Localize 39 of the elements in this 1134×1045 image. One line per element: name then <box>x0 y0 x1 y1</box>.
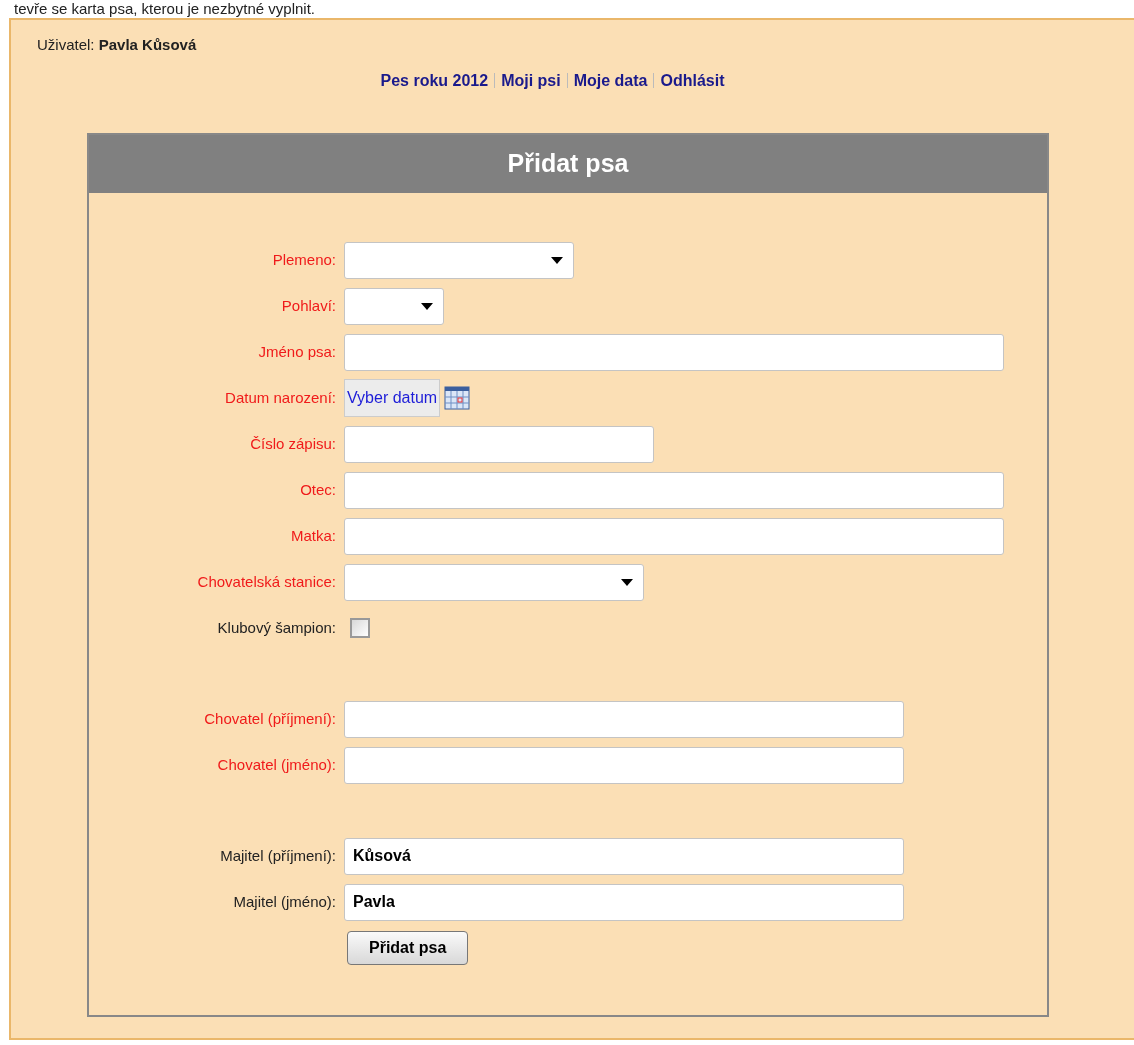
field-label: Datum narození: <box>224 387 337 408</box>
text-field[interactable] <box>344 425 654 463</box>
text-field[interactable] <box>344 517 1004 555</box>
intro-text: tevře se karta psa, kterou je nezbytné vyplnit. <box>13 0 316 18</box>
dropdown-arrow-icon <box>421 302 433 310</box>
user-label: Uživatel: <box>37 36 95 53</box>
checkbox[interactable] <box>350 618 370 638</box>
nav-link[interactable]: Moji psi <box>501 68 561 93</box>
dropdown-field[interactable] <box>344 287 444 325</box>
calendar-icon[interactable] <box>444 385 471 411</box>
dropdown-field[interactable] <box>344 241 574 279</box>
date-picker-button[interactable]: Vyber datum <box>344 379 441 417</box>
nav-link[interactable]: Odhlásit <box>660 68 725 93</box>
dropdown-arrow-icon <box>551 256 563 264</box>
user-name: Pavla Kůsová <box>98 36 197 53</box>
field-label: Majitel (jméno): <box>232 891 337 912</box>
field-label: Chovatel (jméno): <box>216 754 337 775</box>
text-field[interactable]: Pavla <box>344 883 904 921</box>
text-field[interactable] <box>344 333 1004 371</box>
field-label: Klubový šampion: <box>216 617 337 638</box>
text-field[interactable]: Kůsová <box>344 837 904 875</box>
field-label: Matka: <box>290 525 337 546</box>
field-label: Jméno psa: <box>257 341 337 362</box>
text-field[interactable] <box>344 746 904 784</box>
field-label: Majitel (příjmení): <box>219 845 337 866</box>
form-title: Přidat psa <box>89 134 1047 193</box>
field-label: Chovatelská stanice: <box>196 571 337 592</box>
text-field[interactable] <box>344 700 904 738</box>
nav-link[interactable]: Moje data <box>573 68 648 93</box>
field-label: Otec: <box>299 479 337 500</box>
field-label: Číslo zápisu: <box>249 433 337 454</box>
text-field[interactable] <box>344 471 1004 509</box>
submit-button[interactable]: Přidat psa <box>347 931 469 965</box>
nav-link[interactable]: Pes roku 2012 <box>380 68 489 93</box>
field-label: Plemeno: <box>271 249 337 270</box>
field-label: Chovatel (příjmení): <box>203 708 337 729</box>
field-label: Pohlaví: <box>280 295 337 316</box>
dropdown-field[interactable] <box>344 563 644 601</box>
dropdown-arrow-icon <box>621 578 633 586</box>
